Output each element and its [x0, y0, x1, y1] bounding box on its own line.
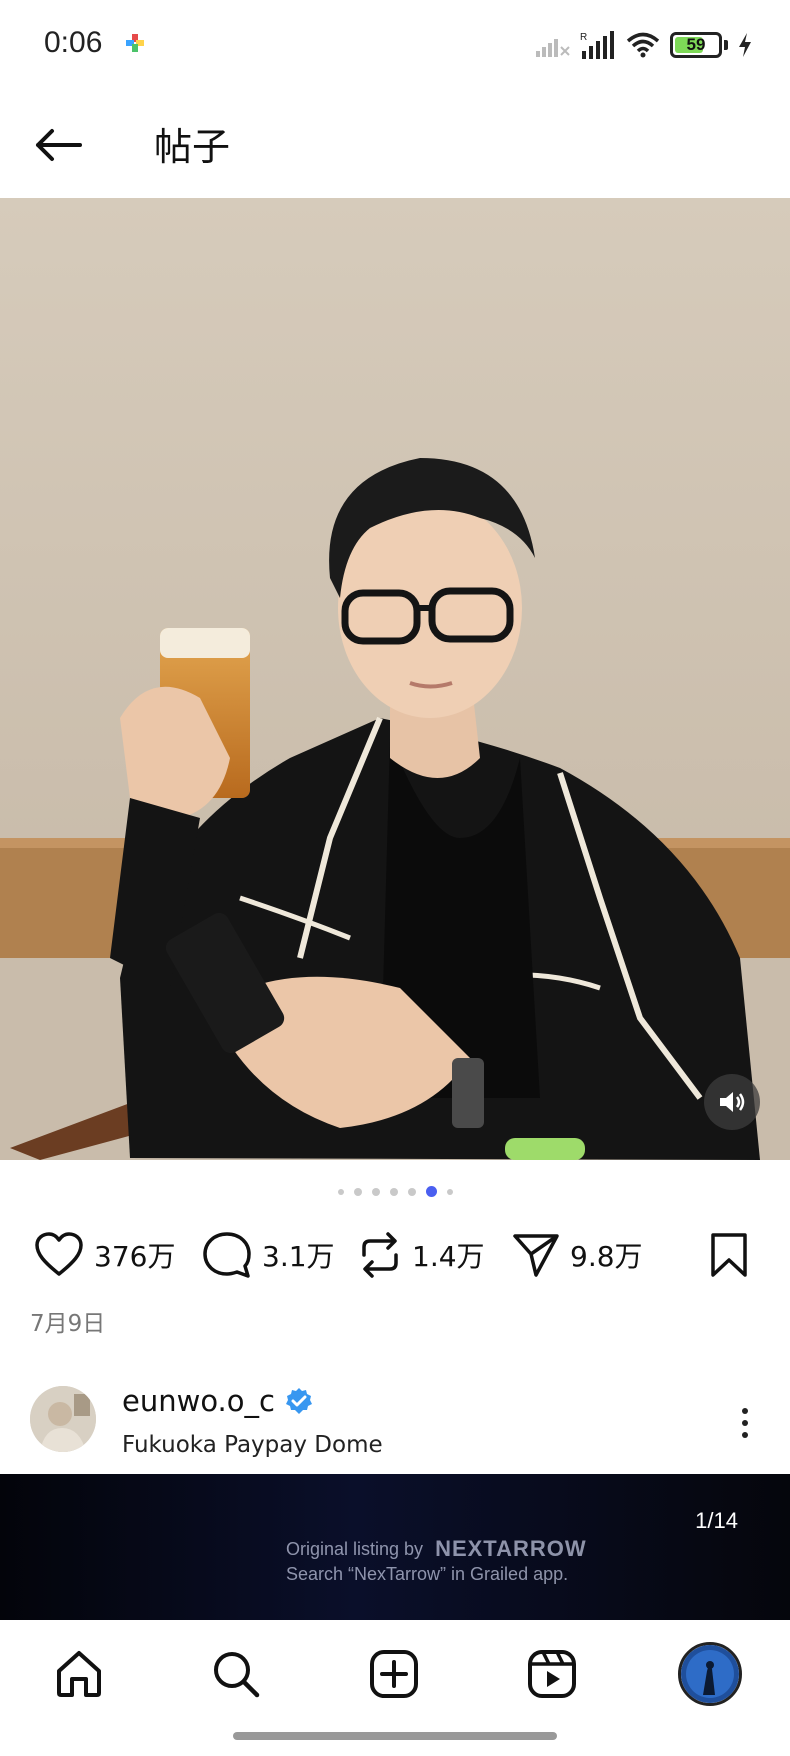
heart-icon [35, 1232, 83, 1276]
carousel-dot [407, 1187, 416, 1196]
carousel-dot [389, 1187, 398, 1196]
repost-icon [362, 1232, 398, 1278]
author-avatar[interactable] [30, 1386, 96, 1452]
comment-icon [203, 1232, 251, 1278]
charging-icon [739, 33, 751, 57]
slide-counter: 1/14 [695, 1508, 738, 1533]
username-text: eunwo.o_c [122, 1384, 275, 1418]
speaker-icon [720, 1092, 745, 1112]
carousel-dot [353, 1187, 362, 1196]
signal-icon: R [580, 31, 614, 59]
post-actions: 376万 3.1万 1.4万 9.8万 [0, 1220, 790, 1290]
post-photo-illustration [0, 198, 790, 1160]
comment-button[interactable]: 3.1万 [202, 1220, 335, 1290]
nav-search[interactable] [204, 1642, 268, 1706]
bookmark-icon [711, 1233, 747, 1277]
more-dot [742, 1420, 748, 1426]
header: 帖子 [0, 90, 790, 198]
wifi-icon [626, 32, 660, 58]
repost-count: 1.4万 [412, 1240, 485, 1273]
bottom-navigation [0, 1620, 790, 1756]
post-location[interactable]: Fukuoka Paypay Dome [122, 1432, 383, 1458]
author-username[interactable]: eunwo.o_c [122, 1384, 313, 1418]
arrow-left-icon [36, 129, 82, 161]
avatar-image [30, 1386, 96, 1452]
nav-create[interactable] [362, 1642, 426, 1706]
status-time: 0:06 [44, 26, 103, 59]
like-count: 376万 [94, 1240, 176, 1273]
status-icons: R 59 [536, 28, 752, 62]
battery-icon: 59 [670, 32, 722, 58]
page-title: 帖子 [154, 125, 231, 169]
nav-profile[interactable] [678, 1642, 742, 1706]
carousel-dot [446, 1188, 453, 1195]
home-icon [57, 1651, 101, 1697]
comment-count: 3.1万 [262, 1240, 335, 1273]
app-notification-icon [126, 34, 144, 52]
carousel-dot [337, 1188, 344, 1195]
watermark-prefix: Original listing by [286, 1538, 424, 1559]
watermark: Original listing by NEXTARROW Search “Ne… [286, 1536, 626, 1585]
nav-reels[interactable] [520, 1642, 584, 1706]
svg-text:R: R [580, 32, 587, 43]
share-count: 9.8万 [570, 1240, 643, 1273]
profile-avatar [681, 1645, 739, 1703]
search-icon [214, 1652, 260, 1698]
mute-button[interactable] [704, 1074, 760, 1130]
like-button[interactable]: 376万 [34, 1220, 175, 1290]
carousel-dot-active [425, 1186, 437, 1197]
verified-badge-icon [285, 1388, 312, 1414]
create-icon [370, 1650, 418, 1698]
save-button[interactable] [706, 1230, 752, 1280]
carousel-dot [371, 1187, 380, 1196]
send-icon [513, 1234, 559, 1277]
share-button[interactable]: 9.8万 [512, 1220, 643, 1290]
more-dot [742, 1432, 748, 1438]
carousel-indicator [0, 1186, 790, 1197]
signal-off-icon [536, 39, 570, 57]
more-dot [742, 1408, 748, 1414]
more-options-button[interactable] [730, 1398, 760, 1448]
reels-icon [528, 1650, 576, 1698]
next-post-preview[interactable]: 1/14 Original listing by NEXTARROW Searc… [0, 1474, 790, 1620]
back-button[interactable] [30, 120, 86, 170]
post-image[interactable] [0, 198, 790, 1160]
watermark-brand: NEXTARROW [435, 1536, 587, 1561]
repost-button[interactable]: 1.4万 [358, 1220, 485, 1290]
nav-home[interactable] [47, 1642, 111, 1706]
battery-level: 59 [686, 35, 706, 54]
home-indicator [233, 1732, 557, 1740]
watermark-search-text: Search “NexTarrow” in Grailed app. [286, 1564, 569, 1584]
post-date: 7月9日 [30, 1311, 106, 1337]
author-row: eunwo.o_c Fukuoka Paypay Dome [0, 1376, 790, 1472]
status-bar: 0:06 R 59 [0, 0, 790, 90]
